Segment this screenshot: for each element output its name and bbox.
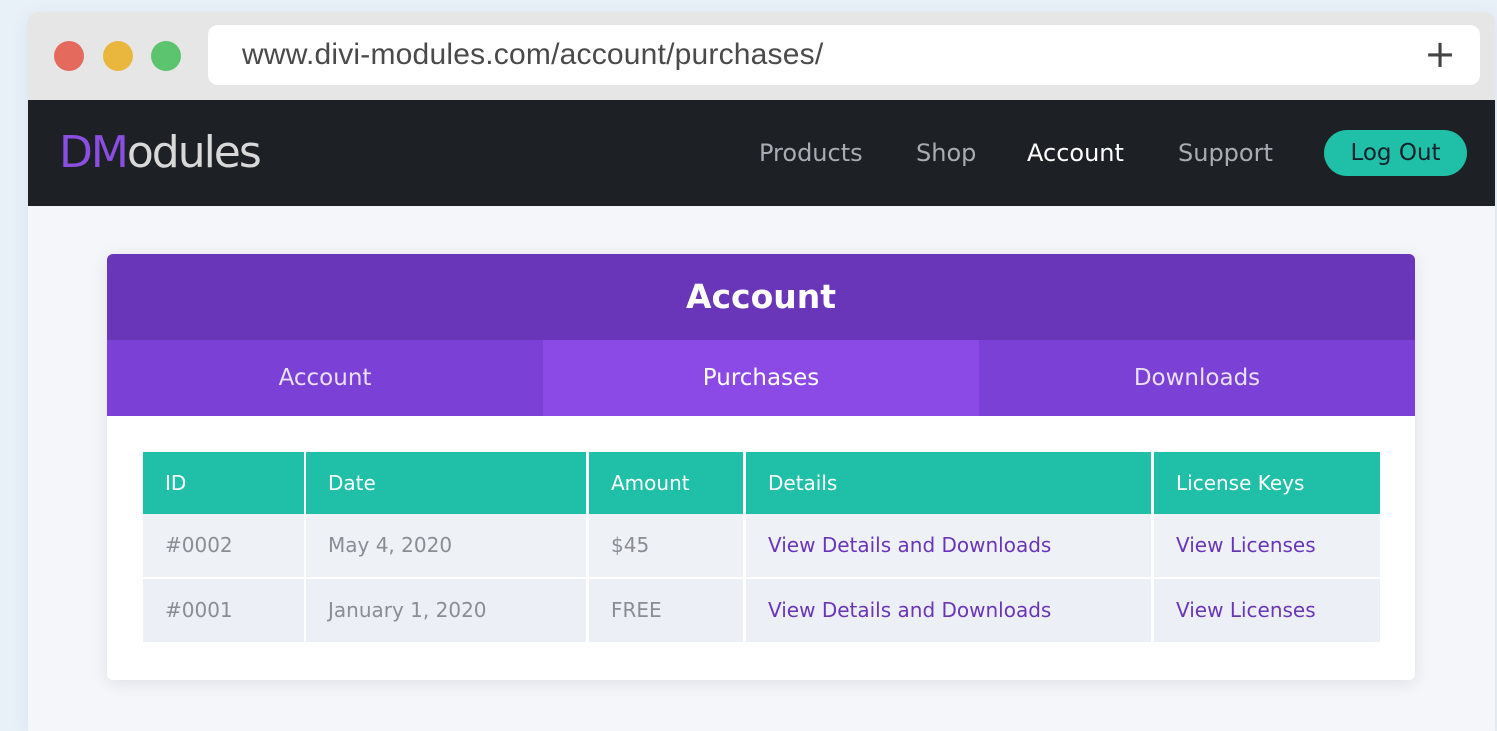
header-id: ID — [143, 452, 304, 514]
header-date: Date — [306, 452, 586, 514]
account-title: Account — [107, 254, 1415, 340]
log-out-button[interactable]: Log Out — [1324, 130, 1467, 176]
url-text: www.divi-modules.com/account/purchases/ — [242, 38, 824, 71]
account-tabs: Account Purchases Downloads — [107, 340, 1415, 416]
tab-account[interactable]: Account — [107, 340, 543, 416]
site-navbar: DModules Products Shop Account Support L… — [28, 100, 1495, 206]
new-tab-plus-icon[interactable]: + — [1424, 25, 1456, 85]
nav-support[interactable]: Support — [1178, 100, 1273, 206]
header-details: Details — [746, 452, 1151, 514]
nav-shop[interactable]: Shop — [916, 100, 976, 206]
header-amount: Amount — [589, 452, 743, 514]
logo-mark: DM — [59, 127, 129, 178]
account-card: Account Account Purchases Downloads ID D… — [107, 254, 1415, 680]
view-details-link[interactable]: View Details and Downloads — [746, 514, 1151, 577]
tab-downloads[interactable]: Downloads — [979, 340, 1415, 416]
maximize-window-button[interactable] — [151, 41, 181, 71]
cell-id: #0002 — [143, 514, 304, 577]
cell-date: May 4, 2020 — [306, 514, 586, 577]
nav-products[interactable]: Products — [759, 100, 863, 206]
table-row: #0001 January 1, 2020 FREE View Details … — [143, 579, 1380, 642]
minimize-window-button[interactable] — [103, 41, 133, 71]
view-details-link[interactable]: View Details and Downloads — [746, 579, 1151, 642]
table-header-row: ID Date Amount Details License Keys — [143, 452, 1380, 514]
site-logo[interactable]: DModules — [59, 100, 262, 206]
cell-amount: $45 — [589, 514, 743, 577]
view-licenses-link[interactable]: View Licenses — [1154, 514, 1380, 577]
logo-text: odules — [126, 127, 262, 178]
header-license-keys: License Keys — [1154, 452, 1380, 514]
cell-amount: FREE — [589, 579, 743, 642]
view-licenses-link[interactable]: View Licenses — [1154, 579, 1380, 642]
cell-id: #0001 — [143, 579, 304, 642]
close-window-button[interactable] — [54, 41, 84, 71]
nav-account[interactable]: Account — [1027, 100, 1124, 206]
browser-titlebar: www.divi-modules.com/account/purchases/ … — [28, 12, 1495, 100]
table-row: #0002 May 4, 2020 $45 View Details and D… — [143, 514, 1380, 577]
browser-window: www.divi-modules.com/account/purchases/ … — [28, 12, 1495, 731]
tab-purchases[interactable]: Purchases — [543, 340, 979, 416]
cell-date: January 1, 2020 — [306, 579, 586, 642]
address-bar[interactable]: www.divi-modules.com/account/purchases/ … — [208, 25, 1480, 85]
